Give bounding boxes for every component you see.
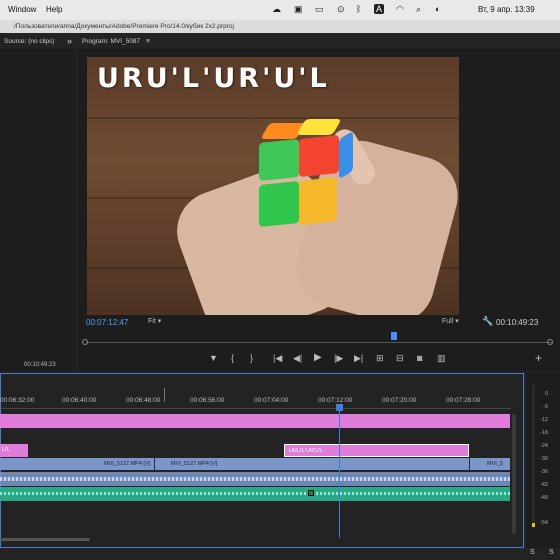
db-label: -24: [540, 443, 548, 449]
current-timecode[interactable]: 00:07:12:47: [86, 318, 128, 327]
rubiks-cube: [257, 119, 353, 233]
title-clip-label: URU'L'UR'U'L: [289, 448, 324, 454]
fit-dropdown[interactable]: Fit ▾: [148, 317, 161, 325]
wood-grain: [87, 117, 459, 119]
title-track-bar[interactable]: [0, 414, 510, 428]
source-monitor-panel: Source: (no clips) » 00:10:49:23: [0, 33, 76, 371]
meter-bar-left: [532, 385, 535, 525]
video-clip-label: MVI_5: [487, 461, 503, 467]
db-label: -42: [540, 482, 548, 488]
audio-waveform: [0, 492, 510, 495]
program-monitor-panel: Program: MVI_5087 ≡ URU'L'UR'U'L 00:07:1…: [78, 33, 560, 371]
db-label: -18: [540, 430, 548, 436]
title-clip-label: U'L: [2, 447, 11, 453]
menu-bar: Window Help ☁ ▣ ▭ ⊙ ᛒ A ◠ ⌕ ◐ Вт, 9 апр.…: [0, 0, 560, 20]
zoom-handle-right[interactable]: [547, 339, 553, 345]
program-playhead[interactable]: [391, 332, 397, 340]
ruler-label: 00:06:48:00: [126, 397, 161, 404]
solo-left-button[interactable]: S: [530, 549, 535, 556]
program-panel-title[interactable]: Program: MVI_5087: [82, 38, 140, 45]
cloud-icon[interactable]: ☁: [272, 4, 281, 15]
battery-icon[interactable]: ▭: [315, 4, 324, 15]
zoom-handle-left[interactable]: [82, 339, 88, 345]
source-timecode: 00:10:49:23: [24, 362, 56, 368]
add-button-icon[interactable]: +: [535, 351, 542, 365]
wifi-icon[interactable]: ◠: [396, 4, 404, 15]
db-label: -48: [540, 495, 548, 501]
panel-overflow-icon[interactable]: »: [67, 36, 72, 46]
scrubber-track[interactable]: [86, 342, 552, 343]
clock[interactable]: Вт, 9 апр. 13:39: [478, 5, 535, 14]
quality-label: Full: [442, 318, 454, 325]
video-clip-label: MVI_5127.MP4 [V]: [104, 461, 151, 467]
db-label: 0: [544, 391, 548, 397]
menu-help[interactable]: Help: [46, 5, 62, 14]
vertical-scrollbar[interactable]: [512, 414, 516, 534]
fit-label: Fit: [148, 318, 156, 325]
wrench-icon[interactable]: 🔧: [482, 316, 493, 327]
duration-timecode: 00:10:49:23: [496, 318, 539, 327]
document-path: /Пользователи/anna/Документы/Adobe/Premi…: [0, 20, 560, 33]
ruler-label: 00:06:40:00: [62, 397, 97, 404]
horizontal-scrollbar[interactable]: [0, 538, 90, 541]
ruler-label: 00:07:20:00: [382, 397, 417, 404]
program-panel-header: Program: MVI_5087 ≡: [78, 33, 560, 49]
db-label: -54: [540, 520, 548, 526]
db-label: -30: [540, 456, 548, 462]
video-track-bar[interactable]: [0, 458, 510, 470]
meter-level-left: [532, 523, 535, 527]
panel-menu-icon[interactable]: ≡: [146, 38, 150, 45]
quality-dropdown[interactable]: Full ▾: [442, 317, 459, 325]
menu-window[interactable]: Window: [8, 5, 36, 14]
play-button-icon[interactable]: ▶: [314, 352, 322, 363]
ruler-label: 00:07:28:00: [446, 397, 481, 404]
compare-icon[interactable]: ▥: [437, 353, 446, 364]
clip-boundary: [469, 458, 470, 470]
source-panel-title[interactable]: Source: (no clips): [4, 38, 55, 45]
video-frame[interactable]: URU'L'UR'U'L: [87, 57, 459, 315]
audio-waveform: [0, 477, 510, 481]
step-back-icon[interactable]: ◀|: [293, 353, 302, 364]
ruler-label: 00:06:56:00: [190, 397, 225, 404]
video-clip-label: MVI_5127.MP4 [V]: [171, 461, 218, 467]
clip-boundary: [154, 458, 155, 470]
marker-icon[interactable]: ▼: [209, 353, 218, 363]
mark-out-icon[interactable]: }: [250, 353, 253, 363]
play-icon[interactable]: ⊙: [337, 4, 345, 15]
text-input-icon[interactable]: A: [374, 4, 385, 14]
step-forward-icon[interactable]: |▶: [334, 353, 343, 364]
control-center-icon[interactable]: ◐: [435, 4, 440, 14]
lift-icon[interactable]: ⊞: [376, 353, 384, 364]
in-point-marker: [164, 388, 165, 402]
db-label: -36: [540, 469, 548, 475]
db-label: -12: [540, 417, 548, 423]
bluetooth-icon[interactable]: ᛒ: [356, 4, 361, 14]
source-panel-header: Source: (no clips) »: [0, 33, 76, 49]
ruler-label: 00:07:04:00: [254, 397, 289, 404]
mark-in-icon[interactable]: {: [231, 353, 234, 363]
title-overlay-text: URU'L'UR'U'L: [97, 63, 330, 94]
search-icon[interactable]: ⌕: [416, 4, 421, 15]
solo-right-button[interactable]: S: [549, 549, 554, 556]
go-to-in-icon[interactable]: |◀: [273, 353, 282, 364]
title-clip[interactable]: U'L: [0, 444, 28, 457]
extract-icon[interactable]: ⊟: [396, 353, 404, 364]
db-label: -6: [543, 404, 548, 410]
ruler-label: 00:07:12:00: [318, 397, 353, 404]
go-to-out-icon[interactable]: ▶|: [354, 353, 363, 364]
timeline-playhead-line: [339, 404, 340, 538]
ruler-label: 00:06:32:00: [0, 397, 35, 404]
title-clip[interactable]: URU'L'UR'U'L: [284, 444, 469, 457]
ruler-baseline: [1, 408, 511, 409]
export-frame-icon[interactable]: ◙: [417, 353, 422, 363]
keyframe[interactable]: [308, 490, 314, 496]
screen-record-icon[interactable]: ▣: [294, 4, 303, 15]
